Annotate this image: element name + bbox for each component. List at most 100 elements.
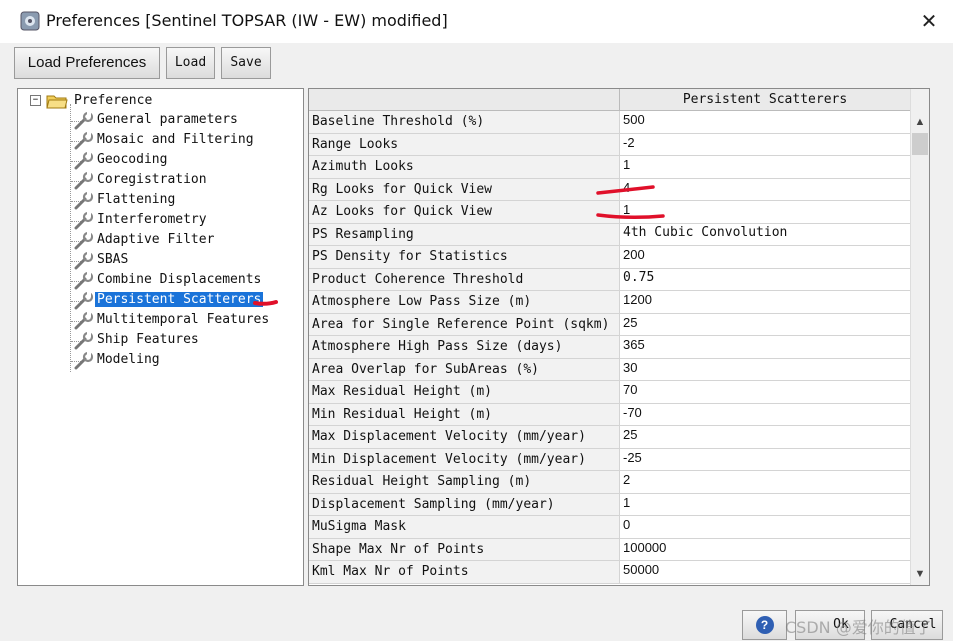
parameter-value[interactable]: 0.75	[620, 268, 910, 290]
scroll-down-icon[interactable]: ▼	[911, 565, 929, 583]
load-preferences-button[interactable]: Load Preferences	[14, 47, 160, 79]
table-row: PS Resampling 4th Cubic Convolution	[309, 223, 910, 246]
wrench-icon	[74, 172, 94, 190]
wrench-icon	[74, 152, 94, 170]
tree-item-label: General parameters	[97, 112, 238, 127]
red-underline-mark	[596, 185, 655, 195]
tree-item[interactable]: Geocoding	[95, 151, 169, 169]
parameter-value[interactable]: 25	[620, 313, 910, 335]
tree-item[interactable]: Adaptive Filter	[95, 231, 216, 249]
parameter-value[interactable]: 1	[620, 156, 910, 178]
parameter-name: Atmosphere High Pass Size (days)	[309, 336, 620, 358]
parameter-name: Az Looks for Quick View	[309, 201, 620, 223]
table-row: Area Overlap for SubAreas (%) 30	[309, 358, 910, 381]
parameters-table: Persistent Scatterers Baseline Threshold…	[308, 88, 930, 586]
tree-item-label: Persistent Scatterers	[95, 292, 264, 307]
scrollbar-thumb[interactable]	[912, 133, 928, 155]
tree-item[interactable]: Mosaic and Filtering	[95, 131, 256, 149]
parameter-name: Residual Height Sampling (m)	[309, 471, 620, 493]
wrench-icon	[74, 272, 94, 290]
parameter-name: Max Residual Height (m)	[309, 381, 620, 403]
parameter-value[interactable]: 2	[620, 471, 910, 493]
parameter-value[interactable]: 100000	[620, 538, 910, 560]
tree-item[interactable]: Modeling	[95, 351, 162, 369]
parameter-name: Shape Max Nr of Points	[309, 538, 620, 560]
wrench-icon	[74, 132, 94, 150]
parameter-name: PS Density for Statistics	[309, 246, 620, 268]
wrench-icon	[74, 352, 94, 370]
close-icon[interactable]: ✕	[916, 10, 942, 34]
parameter-value[interactable]: 50000	[620, 561, 910, 583]
tree-item-label: Modeling	[97, 352, 160, 367]
parameter-value[interactable]: 1	[620, 493, 910, 515]
preference-tree: − Preference General parameters Mosaic an…	[17, 88, 304, 586]
tree-item-label: Coregistration	[97, 172, 207, 187]
wrench-icon	[74, 232, 94, 250]
tree-item[interactable]: Coregistration	[95, 171, 209, 189]
tree-item[interactable]: Interferometry	[95, 211, 209, 229]
parameter-name: Min Displacement Velocity (mm/year)	[309, 448, 620, 470]
tree-connector	[70, 104, 71, 372]
tree-item-label: Flattening	[97, 192, 176, 207]
title-bar: Preferences [Sentinel TOPSAR (IW - EW) m…	[0, 0, 953, 43]
tree-root-preference[interactable]: Preference	[72, 92, 154, 110]
parameter-value[interactable]: 500	[620, 111, 910, 133]
load-button[interactable]: Load	[166, 47, 215, 79]
table-row: Min Residual Height (m) -70	[309, 403, 910, 426]
tree-item[interactable]: Ship Features	[95, 331, 201, 349]
parameter-name: PS Resampling	[309, 223, 620, 245]
parameter-value[interactable]: 25	[620, 426, 910, 448]
tree-item[interactable]: Flattening	[95, 191, 177, 209]
help-button[interactable]: ?	[742, 610, 787, 640]
parameter-value[interactable]: -25	[620, 448, 910, 470]
parameter-name: Area for Single Reference Point (sqkm)	[309, 313, 620, 335]
parameter-value[interactable]: 0	[620, 516, 910, 538]
table-row: MuSigma Mask 0	[309, 516, 910, 539]
table-header-name	[309, 89, 620, 111]
wrench-icon	[74, 312, 94, 330]
preferences-window: Preferences [Sentinel TOPSAR (IW - EW) m…	[0, 0, 953, 641]
parameter-name: Rg Looks for Quick View	[309, 178, 620, 200]
parameter-name: Max Displacement Velocity (mm/year)	[309, 426, 620, 448]
tree-item[interactable]: Combine Displacements	[95, 271, 263, 289]
parameter-value[interactable]: 4	[620, 178, 910, 200]
table-row: Displacement Sampling (mm/year) 1	[309, 493, 910, 516]
parameter-value[interactable]: 1200	[620, 291, 910, 313]
save-button[interactable]: Save	[221, 47, 271, 79]
tree-item-label: Interferometry	[97, 212, 207, 227]
tree-item-label: Mosaic and Filtering	[97, 132, 254, 147]
window-title: Preferences [Sentinel TOPSAR (IW - EW) m…	[46, 11, 448, 30]
parameter-value[interactable]: -2	[620, 133, 910, 155]
parameter-value[interactable]: -70	[620, 403, 910, 425]
tree-item-label: Combine Displacements	[97, 272, 262, 287]
parameter-value[interactable]: 70	[620, 381, 910, 403]
tree-item[interactable]: Persistent Scatterers	[95, 291, 264, 309]
parameter-value[interactable]: 200	[620, 246, 910, 268]
tree-item[interactable]: Multitemporal Features	[95, 311, 271, 329]
table-row: Atmosphere Low Pass Size (m) 1200	[309, 291, 910, 314]
parameter-value[interactable]: 4th Cubic Convolution	[620, 223, 910, 245]
table-row: Area for Single Reference Point (sqkm) 25	[309, 313, 910, 336]
table-header-persistent-scatterers: Persistent Scatterers	[620, 89, 910, 111]
red-underline-mark	[596, 213, 665, 220]
tree-item-label: Adaptive Filter	[97, 232, 215, 247]
tree-item[interactable]: General parameters	[95, 111, 240, 129]
parameter-value[interactable]: 30	[620, 358, 910, 380]
parameter-name: Azimuth Looks	[309, 156, 620, 178]
red-underline-mark	[253, 300, 278, 306]
tree-item-label: SBAS	[97, 252, 129, 267]
table-row: Product Coherence Threshold 0.75	[309, 268, 910, 291]
tree-item[interactable]: SBAS	[95, 251, 130, 269]
parameter-name: Baseline Threshold (%)	[309, 111, 620, 133]
table-row: Shape Max Nr of Points 100000	[309, 538, 910, 561]
table-row: Azimuth Looks 1	[309, 156, 910, 179]
parameter-name: Displacement Sampling (mm/year)	[309, 493, 620, 515]
table-row: Baseline Threshold (%) 500	[309, 111, 910, 134]
parameter-value[interactable]: 365	[620, 336, 910, 358]
collapse-icon[interactable]: −	[30, 95, 41, 106]
vertical-scrollbar[interactable]: ▲ ▼	[910, 89, 929, 585]
scroll-up-icon[interactable]: ▲	[911, 113, 929, 131]
parameter-name: Area Overlap for SubAreas (%)	[309, 358, 620, 380]
table-row: Range Looks -2	[309, 133, 910, 156]
app-icon	[20, 11, 40, 31]
